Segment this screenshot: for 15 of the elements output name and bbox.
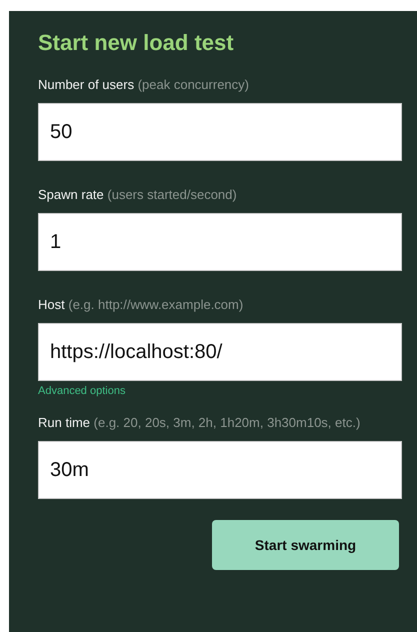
input-field[interactable]: https://localhost:80/ xyxy=(38,323,402,381)
input-field[interactable]: 1 xyxy=(38,213,402,271)
field-label: Run time xyxy=(38,415,90,430)
field-hint: (users started/second) xyxy=(107,187,237,202)
advanced-options-link[interactable]: Advanced options xyxy=(38,385,126,397)
start-button[interactable]: Start swarming xyxy=(212,520,399,570)
input-field[interactable]: 50 xyxy=(38,103,402,161)
field-hint: (e.g. 20, 20s, 3m, 2h, 1h20m, 3h30m10s, etc.) xyxy=(94,415,360,430)
form-title: Start new load test xyxy=(38,29,235,57)
field-hint: (peak concurrency) xyxy=(138,77,249,92)
input-field[interactable]: 30m xyxy=(38,441,402,499)
field-label: Number of users xyxy=(38,77,134,92)
field-label: Host xyxy=(38,297,65,312)
field-hint: (e.g. http://www.example.com) xyxy=(68,297,244,312)
field-label: Spawn rate xyxy=(38,187,104,202)
